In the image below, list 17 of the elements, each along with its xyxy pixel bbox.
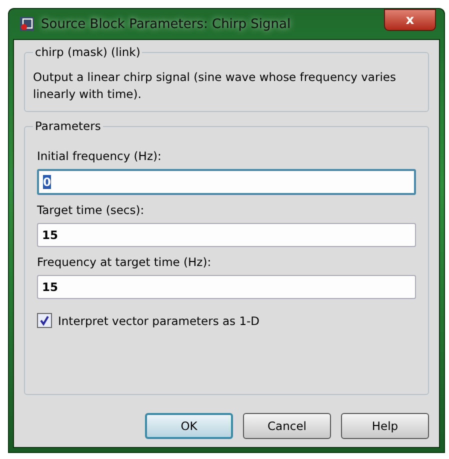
input-field[interactable]: 15: [37, 223, 416, 247]
checkbox[interactable]: [37, 313, 52, 328]
ok-button[interactable]: OK: [145, 413, 233, 439]
input-field[interactable]: 0: [37, 169, 416, 195]
window-title: Source Block Parameters: Chirp Signal: [41, 16, 292, 32]
block-icon: [19, 16, 35, 32]
checkbox-label: Interpret vector parameters as 1-D: [58, 314, 260, 328]
group-title: chirp (mask) (link): [33, 45, 142, 59]
dialog-button[interactable]: Cancel: [243, 413, 331, 439]
field-label: Initial frequency (Hz):: [37, 149, 162, 163]
description-text: Output a linear chirp signal (sine wave whose frequency varies linearly with time).: [33, 69, 397, 103]
field-label: Target time (secs):: [37, 203, 146, 217]
field-label: Frequency at target time (Hz):: [37, 255, 212, 269]
input-field[interactable]: 15: [37, 275, 416, 299]
close-button[interactable]: x: [384, 9, 436, 31]
dialog-button[interactable]: Help: [341, 413, 429, 439]
group-title: Parameters: [33, 119, 103, 133]
